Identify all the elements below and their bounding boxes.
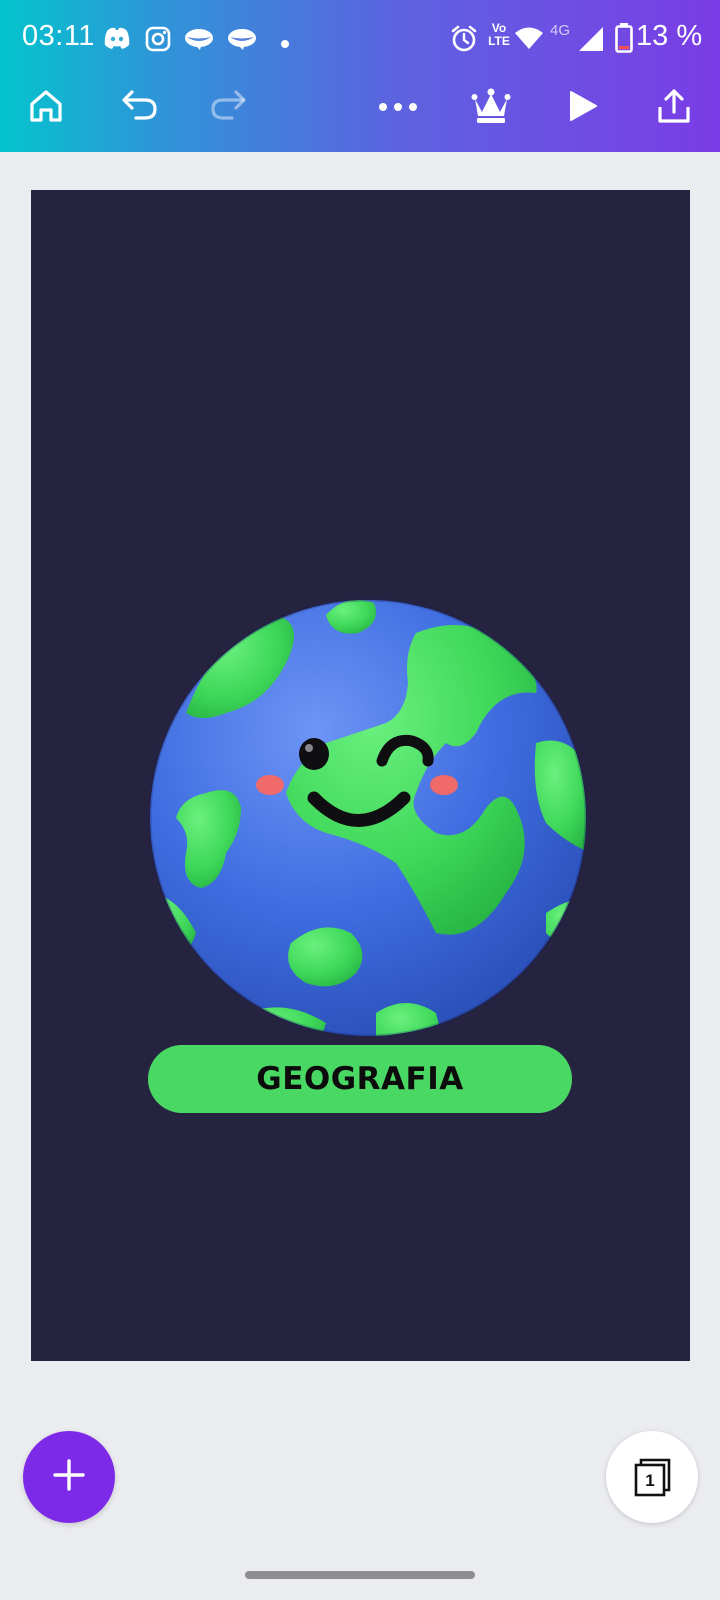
earth-illustration[interactable] xyxy=(146,593,591,1043)
undo-button[interactable] xyxy=(112,80,168,136)
discord-icon xyxy=(103,26,131,57)
top-app-bar: 03:11 Vo LTE 4G 13 % xyxy=(0,0,720,152)
battery-percent: 13 % xyxy=(636,20,703,52)
plus-icon xyxy=(52,1458,86,1497)
redo-button[interactable] xyxy=(200,80,256,136)
more-options-icon xyxy=(378,99,418,117)
status-bar: 03:11 Vo LTE 4G 13 % xyxy=(0,0,720,78)
instagram-icon xyxy=(145,26,171,57)
home-button[interactable] xyxy=(18,80,74,136)
pages-icon: 1 xyxy=(629,1455,675,1499)
title-label[interactable]: GEOGRAFIA xyxy=(148,1045,572,1113)
premium-button[interactable] xyxy=(463,80,519,136)
wifi-icon xyxy=(514,26,544,55)
volte-icon: Vo LTE xyxy=(486,22,512,54)
pages-button[interactable]: 1 xyxy=(606,1431,698,1523)
network-type: 4G xyxy=(550,22,571,39)
more-options-button[interactable] xyxy=(370,80,426,136)
share-button[interactable] xyxy=(646,80,702,136)
crown-icon xyxy=(471,88,511,129)
undo-icon xyxy=(120,89,160,128)
title-text: GEOGRAFIA xyxy=(256,1061,464,1097)
status-time: 03:11 xyxy=(22,20,95,52)
page-count: 1 xyxy=(645,1471,655,1490)
chat-bubble-icon xyxy=(184,28,214,55)
share-icon xyxy=(655,87,693,130)
add-element-button[interactable] xyxy=(23,1431,115,1523)
home-indicator[interactable] xyxy=(245,1571,475,1579)
home-icon xyxy=(27,87,65,130)
volte-label-bottom: LTE xyxy=(488,34,510,48)
dot-icon xyxy=(280,36,290,54)
battery-icon xyxy=(615,23,633,58)
alarm-icon xyxy=(450,25,478,58)
signal-icon xyxy=(578,26,604,57)
redo-icon xyxy=(208,89,248,128)
editor-toolbar xyxy=(0,78,720,152)
present-button[interactable] xyxy=(555,80,611,136)
design-page[interactable]: GEOGRAFIA xyxy=(31,190,690,1361)
play-icon xyxy=(567,89,599,128)
chat-bubble-icon xyxy=(227,28,257,55)
